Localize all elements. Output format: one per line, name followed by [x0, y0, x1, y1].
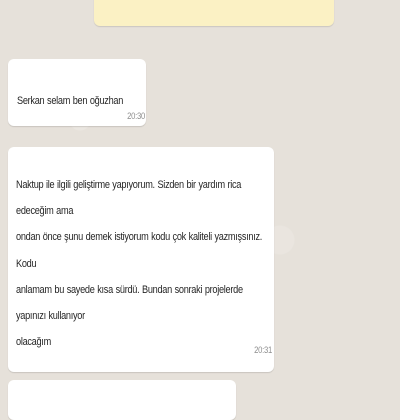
- message-time: 20:30: [127, 111, 145, 121]
- message-bubble[interactable]: Serkan selam ben oğuzhan 20:30: [8, 59, 146, 126]
- message-time: 20:31: [254, 345, 272, 355]
- message-bubble-partial[interactable]: [8, 380, 236, 420]
- system-notice-bubble: • |: [94, 0, 334, 26]
- message-bubble[interactable]: Naktup ile ilgili geliştirme yapıyorum. …: [8, 147, 274, 372]
- message-text: Naktup ile ilgili geliştirme yapıyorum. …: [16, 179, 263, 349]
